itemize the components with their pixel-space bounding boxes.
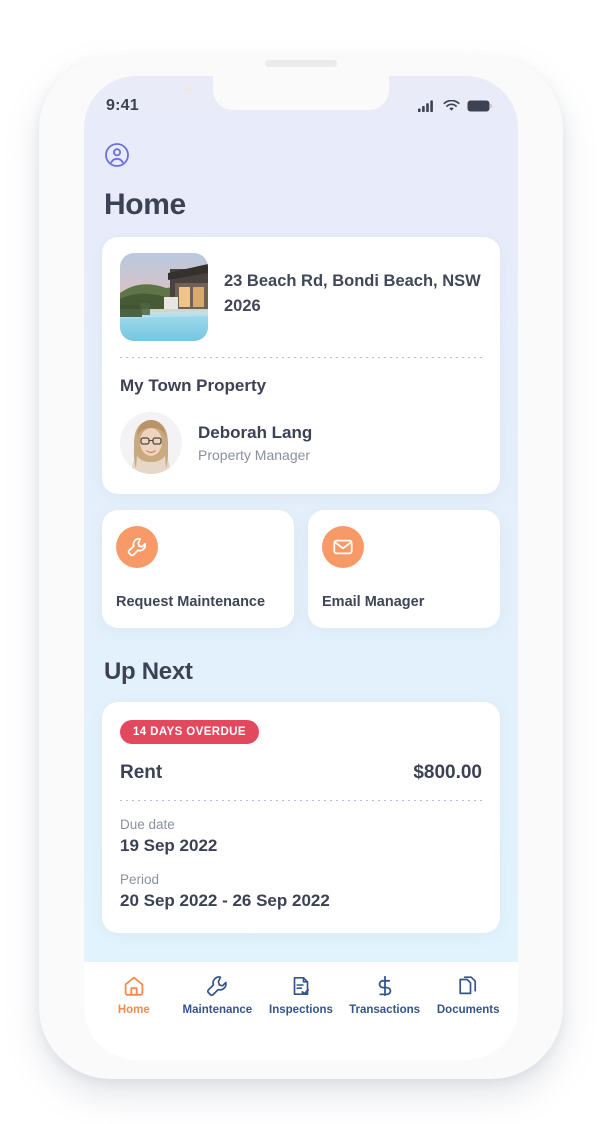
property-summary-row: 23 Beach Rd, Bondi Beach, NSW 2026 (120, 253, 482, 341)
manager-info: Deborah Lang Property Manager (198, 423, 312, 463)
nav-item-transactions[interactable]: Transactions (343, 974, 427, 1016)
user-circle-icon (105, 143, 129, 167)
up-next-card[interactable]: 14 DAYS OVERDUE Rent $800.00 Due date 19… (102, 702, 500, 933)
upnext-divider (120, 800, 482, 801)
due-date-label: Due date (120, 817, 175, 832)
nav-label: Transactions (349, 1004, 421, 1016)
earpiece-speaker (265, 60, 337, 67)
documents-icon (459, 976, 477, 995)
phone-screen: 9:41 Home 23 Beach Rd, Bondi Beach, NSW … (84, 76, 518, 1060)
period-block: Period 20 Sep 2022 - 26 Sep 2022 (120, 872, 482, 911)
property-thumbnail (120, 253, 208, 341)
nav-label: Home (117, 1004, 150, 1016)
property-card[interactable]: 23 Beach Rd, Bondi Beach, NSW 2026 My To… (102, 237, 500, 494)
nav-label: Documents (436, 1004, 500, 1016)
rent-label: Rent (120, 762, 163, 783)
nav-label: Inspections (269, 1004, 333, 1016)
manager-row[interactable]: Deborah Lang Property Manager (120, 412, 482, 474)
status-time: 9:41 (106, 97, 139, 114)
screenshot-stage: 9:41 Home 23 Beach Rd, Bondi Beach, NSW … (0, 0, 602, 1124)
manager-avatar (120, 412, 182, 474)
due-date-block: Due date 19 Sep 2022 (120, 817, 482, 856)
nav-item-documents[interactable]: Documents (426, 974, 510, 1016)
period-label: Period (120, 872, 160, 887)
nav-item-inspections[interactable]: Inspections (259, 974, 343, 1016)
action-label: Request Maintenance (116, 594, 266, 610)
status-badge: 14 DAYS OVERDUE (120, 720, 259, 744)
email-icon-circle (322, 526, 364, 568)
card-divider (120, 357, 482, 358)
wrench-icon (127, 537, 147, 557)
wrench-icon (207, 976, 228, 996)
nav-item-home[interactable]: Home (92, 974, 176, 1016)
wifi-icon (443, 100, 460, 111)
nav-item-maintenance[interactable]: Maintenance (176, 974, 260, 1016)
request-maintenance-button[interactable]: Request Maintenance (102, 510, 294, 628)
manager-name: Deborah Lang (198, 423, 313, 442)
property-photo-house-with-pool (120, 253, 208, 341)
section-title-up-next: Up Next (104, 658, 193, 685)
profile-button[interactable] (104, 142, 130, 168)
bottom-navigation: Home Maintenance Inspections Transaction… (84, 962, 518, 1060)
nav-label: Maintenance (182, 1004, 253, 1016)
main-content: Home 23 Beach Rd, Bondi Beach, NSW 2026 … (84, 124, 518, 994)
period-value: 20 Sep 2022 - 26 Sep 2022 (120, 891, 330, 910)
due-date-value: 19 Sep 2022 (120, 836, 218, 855)
quick-actions: Request Maintenance Email Manager (102, 510, 500, 628)
page-title: Home (104, 188, 186, 221)
rent-row: Rent $800.00 (120, 762, 482, 784)
maintenance-icon-circle (116, 526, 158, 568)
manager-portrait (120, 412, 182, 474)
email-manager-button[interactable]: Email Manager (308, 510, 500, 628)
front-camera (183, 85, 192, 94)
action-label: Email Manager (322, 594, 425, 610)
envelope-icon (333, 539, 353, 555)
phone-notch (213, 76, 389, 110)
agency-name: My Town Property (120, 376, 267, 395)
dollar-sign-icon (378, 975, 391, 997)
clipboard-check-icon (293, 976, 309, 996)
battery-icon (467, 100, 492, 112)
cellular-signal-icon (418, 100, 433, 112)
rent-amount: $800.00 (413, 762, 482, 783)
property-address: 23 Beach Rd, Bondi Beach, NSW 2026 (224, 272, 481, 315)
status-icons (418, 100, 492, 112)
manager-role: Property Manager (198, 447, 311, 463)
home-icon (124, 976, 144, 996)
